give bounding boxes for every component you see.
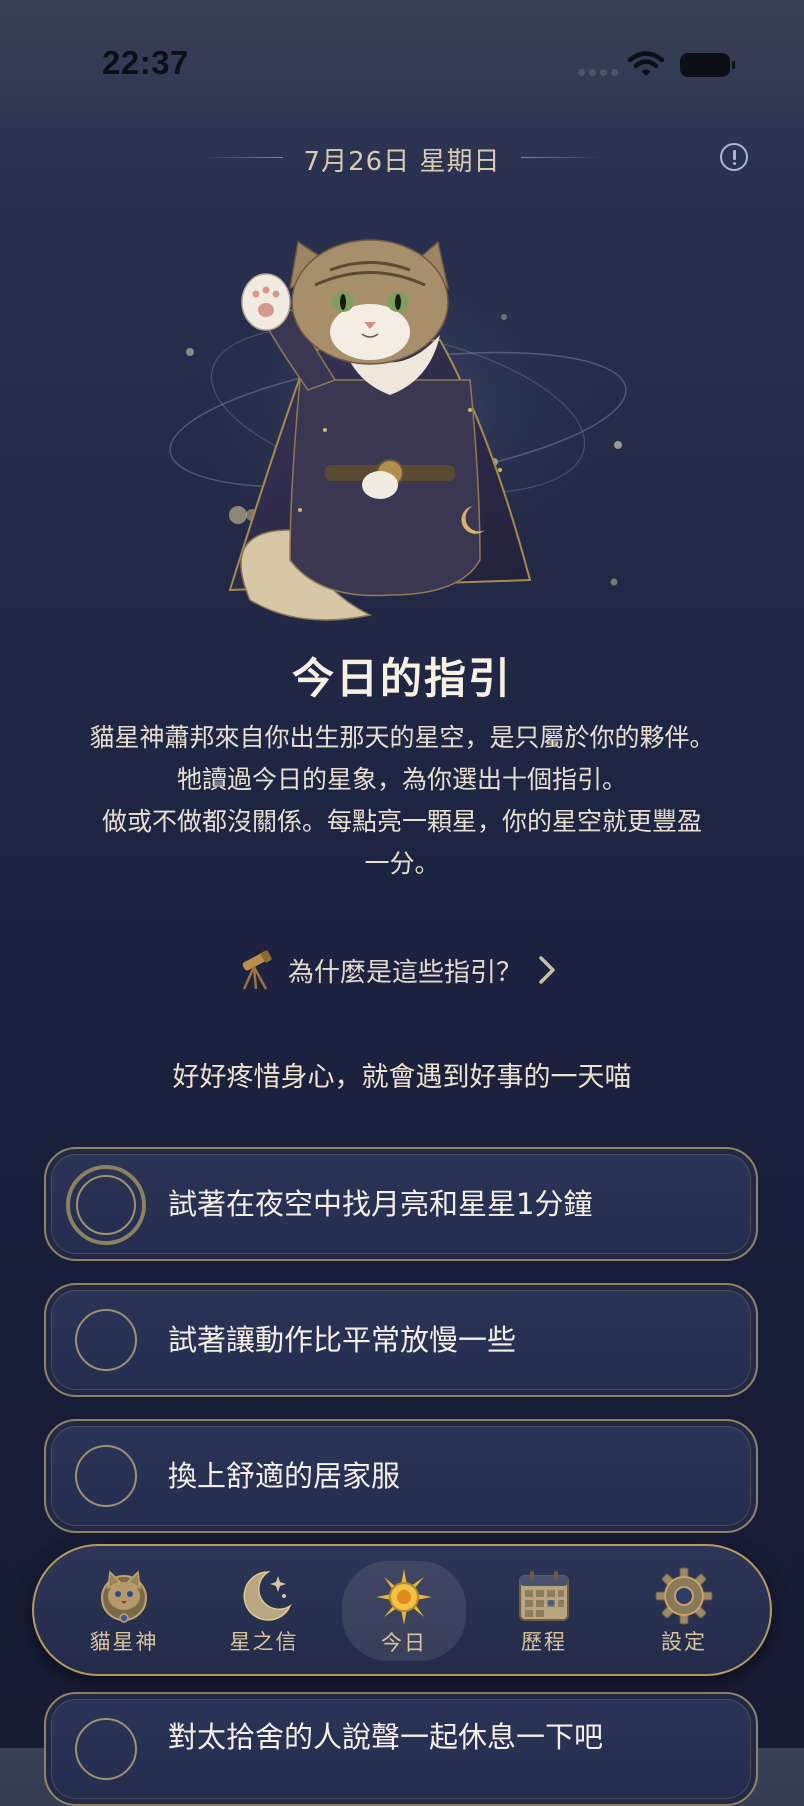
chevron-right-icon: [539, 956, 555, 984]
tab-history[interactable]: 歷程: [482, 1560, 606, 1660]
tab-star-letter[interactable]: 星之信: [202, 1560, 326, 1660]
tab-label: 貓星神: [89, 1630, 159, 1654]
cat-emblem-icon: [101, 1570, 147, 1623]
tab-label: 設定: [661, 1630, 707, 1654]
date-divider-right: [521, 157, 601, 158]
tab-bar: 貓星神 星之信 今日 歷程 設定: [32, 1544, 772, 1676]
tab-cat-god[interactable]: 貓星神: [62, 1560, 186, 1660]
task-label: 換上舒適的居家服: [168, 1459, 401, 1493]
intro-line-1: 貓星神蕭邦來自你出生那天的星空，是只屬於你的夥伴。: [89, 723, 715, 752]
tab-label: 歷程: [521, 1630, 567, 1654]
info-icon[interactable]: [720, 143, 748, 171]
task-item[interactable]: 試著讓動作比平常放慢一些: [44, 1283, 758, 1397]
task-label: 試著讓動作比平常放慢一些: [168, 1323, 517, 1357]
intro-text: 貓星神蕭邦來自你出生那天的星空，是只屬於你的夥伴。 牠讀過今日的星象，為你選出十…: [50, 717, 754, 885]
gear-icon: [655, 1567, 713, 1625]
date-header: 7月26日 星期日: [0, 135, 804, 179]
telescope-icon: [242, 950, 272, 990]
tab-today[interactable]: 今日: [342, 1561, 466, 1661]
page-title: 今日的指引: [291, 654, 512, 703]
task-item[interactable]: 換上舒適的居家服: [44, 1419, 758, 1533]
tab-label: 星之信: [229, 1630, 299, 1654]
task-checkbox[interactable]: [75, 1718, 137, 1780]
daily-tagline: 好好疼惜身心，就會遇到好事的一天喵: [172, 1062, 632, 1093]
tab-label: 今日: [381, 1631, 427, 1655]
why-these-guidances-link[interactable]: 為什麼是這些指引？: [236, 948, 558, 992]
task-checkbox[interactable]: [75, 1309, 137, 1371]
cellular-signal-icon: [578, 69, 618, 76]
why-link-label: 為什麼是這些指引？: [288, 957, 523, 988]
tab-settings[interactable]: 設定: [622, 1560, 746, 1660]
date-label: 7月26日 星期日: [303, 147, 501, 177]
task-item[interactable]: 試著在夜空中找月亮和星星1分鐘: [44, 1147, 758, 1261]
task-checkbox[interactable]: [75, 1445, 137, 1507]
task-label: 對太拾舍的人說聲一起休息一下吧: [168, 1720, 604, 1754]
status-bar: 22:37: [0, 0, 804, 130]
crescent-moon-icon: [243, 1571, 292, 1621]
status-time: 22:37: [102, 44, 189, 81]
intro-line-3: 做或不做都沒關係。每點亮一顆星，你的星空就更豐盈: [101, 807, 702, 836]
task-checkbox[interactable]: [66, 1165, 146, 1245]
task-item[interactable]: 對太拾舍的人說聲一起休息一下吧: [44, 1692, 758, 1806]
wifi-icon: [628, 51, 664, 76]
sun-icon: [376, 1569, 432, 1625]
battery-icon: [680, 53, 735, 77]
calendar-icon: [519, 1571, 569, 1621]
intro-line-2: 牠讀過今日的星象，為你選出十個指引。: [176, 765, 627, 794]
intro-line-4: 一分。: [364, 849, 440, 878]
task-label: 試著在夜空中找月亮和星星1分鐘: [168, 1187, 593, 1221]
cat-wizard-illustration: [169, 239, 630, 621]
